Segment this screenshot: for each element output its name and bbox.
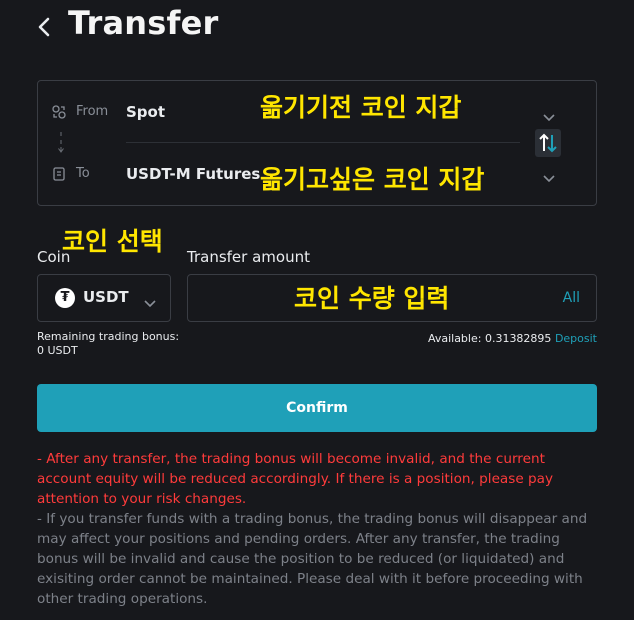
from-label: From <box>76 104 109 119</box>
coin-selected-value: USDT <box>83 288 129 306</box>
chevron-down-icon[interactable] <box>542 107 556 122</box>
swap-direction-button[interactable] <box>535 129 561 157</box>
confirm-button[interactable]: Confirm <box>37 384 597 432</box>
coin-annotation: 코인 선택 <box>62 227 163 256</box>
wallet-icon <box>51 104 67 120</box>
back-icon[interactable] <box>34 12 56 42</box>
futures-icon <box>51 166 67 182</box>
remaining-bonus-value: 0 USDT <box>37 344 78 357</box>
available-balance: Available: 0.31382895 Deposit <box>428 332 597 345</box>
page-title: Transfer <box>68 4 219 42</box>
coin-label: Coin <box>37 248 71 266</box>
from-account-value[interactable]: Spot <box>126 103 165 121</box>
remaining-bonus-label: Remaining trading bonus: <box>37 330 180 343</box>
chevron-down-icon[interactable] <box>542 168 556 183</box>
chevron-down-icon <box>143 293 157 308</box>
divider <box>126 142 520 143</box>
direction-arrow-icon <box>58 132 64 154</box>
from-annotation: 옮기기전 코인 지갑 <box>260 93 462 122</box>
coin-select[interactable]: ₮ USDT <box>37 274 171 322</box>
warning-notice: - After any transfer, the trading bonus … <box>37 451 554 507</box>
info-notice: - If you transfer funds with a trading b… <box>37 511 588 607</box>
amount-annotation: 코인 수량 입력 <box>294 284 450 313</box>
all-button[interactable]: All <box>563 290 580 306</box>
transfer-amount-label: Transfer amount <box>187 248 310 266</box>
available-balance-value: Available: 0.31382895 <box>427 332 552 345</box>
to-account-value[interactable]: USDT-M Futures <box>126 165 260 183</box>
to-label: To <box>76 166 90 181</box>
tether-icon: ₮ <box>55 288 75 308</box>
to-annotation: 옮기고싶은 코인 지갑 <box>260 165 485 194</box>
deposit-link[interactable]: Deposit <box>555 332 597 345</box>
